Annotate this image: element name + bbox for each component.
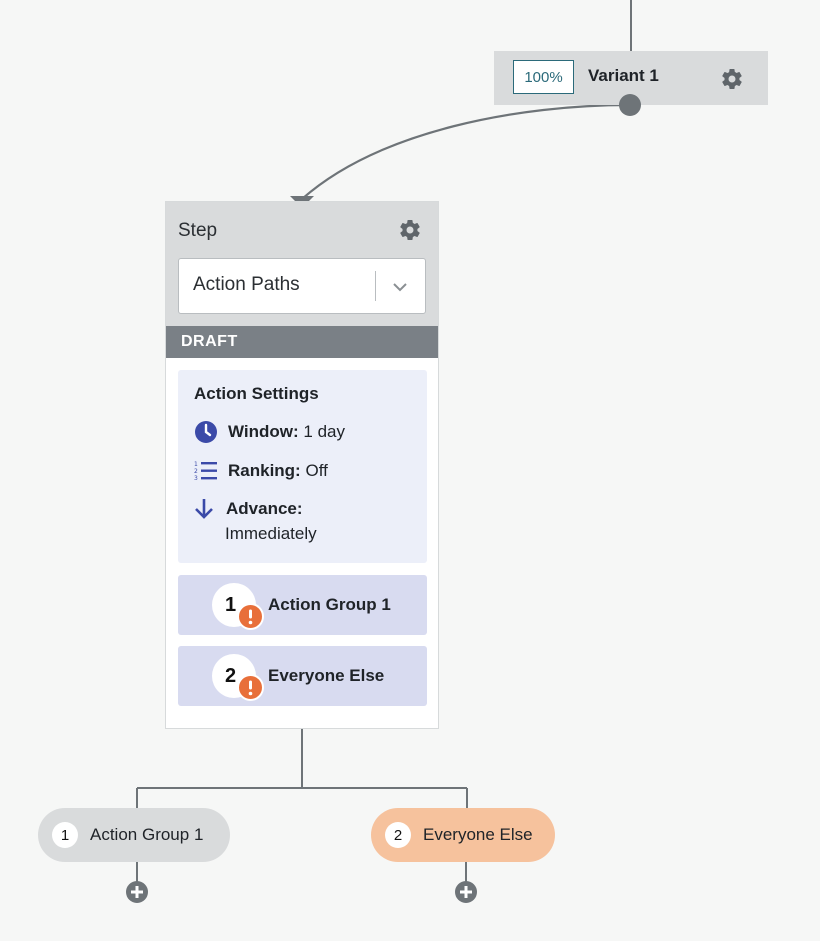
group-label: Action Group 1 xyxy=(268,595,391,614)
variant-node[interactable]: 100% Variant 1 xyxy=(494,51,768,116)
step-card: Step Action Paths DRAFT Action Settings … xyxy=(165,201,439,729)
path-label: Action Group 1 xyxy=(90,825,204,844)
plus-icon xyxy=(460,886,472,898)
step-type-select[interactable]: Action Paths xyxy=(178,258,426,314)
path-label: Everyone Else xyxy=(423,825,533,844)
svg-text:2: 2 xyxy=(194,468,198,475)
gear-icon[interactable] xyxy=(720,67,744,91)
action-group-card[interactable]: 1 Action Group 1 xyxy=(178,575,427,635)
svg-text:3: 3 xyxy=(194,475,198,482)
group-label: Everyone Else xyxy=(268,666,385,685)
path-number: 1 xyxy=(52,822,78,848)
step-type-value: Action Paths xyxy=(193,274,300,295)
arrow-down-icon xyxy=(195,499,213,519)
status-badge: DRAFT xyxy=(166,326,438,358)
select-divider xyxy=(375,271,376,301)
window-label: Window: xyxy=(228,422,299,441)
variant-name: Variant 1 xyxy=(588,66,659,85)
path-pill-everyone-else[interactable]: 2 Everyone Else xyxy=(371,808,555,862)
ranking-value: Off xyxy=(305,461,328,480)
step-header: Step Action Paths xyxy=(166,202,438,326)
action-group-card[interactable]: 2 Everyone Else xyxy=(178,646,427,706)
path-pill-action-group-1[interactable]: 1 Action Group 1 xyxy=(38,808,230,862)
path-number: 2 xyxy=(385,822,411,848)
add-step-button[interactable] xyxy=(126,881,148,903)
plus-icon xyxy=(131,886,143,898)
add-step-button[interactable] xyxy=(455,881,477,903)
advance-value: Immediately xyxy=(225,524,317,543)
variant-percent[interactable]: 100% xyxy=(513,60,574,94)
action-settings-panel[interactable]: Action Settings Window: 1 day 1 2 3 Rank… xyxy=(178,370,427,563)
exclamation-icon xyxy=(237,674,264,701)
clock-icon xyxy=(195,421,217,443)
gear-icon[interactable] xyxy=(398,218,422,242)
chevron-down-icon[interactable] xyxy=(391,278,409,296)
svg-text:1: 1 xyxy=(194,461,198,468)
advance-label: Advance: xyxy=(226,499,303,518)
action-settings-heading: Action Settings xyxy=(194,384,319,403)
window-value: 1 day xyxy=(303,422,345,441)
exclamation-icon xyxy=(237,603,264,630)
step-title: Step xyxy=(178,220,218,241)
connector-handle[interactable] xyxy=(619,94,641,116)
ranked-list-icon: 1 2 3 xyxy=(194,461,217,482)
ranking-label: Ranking: xyxy=(228,461,301,480)
